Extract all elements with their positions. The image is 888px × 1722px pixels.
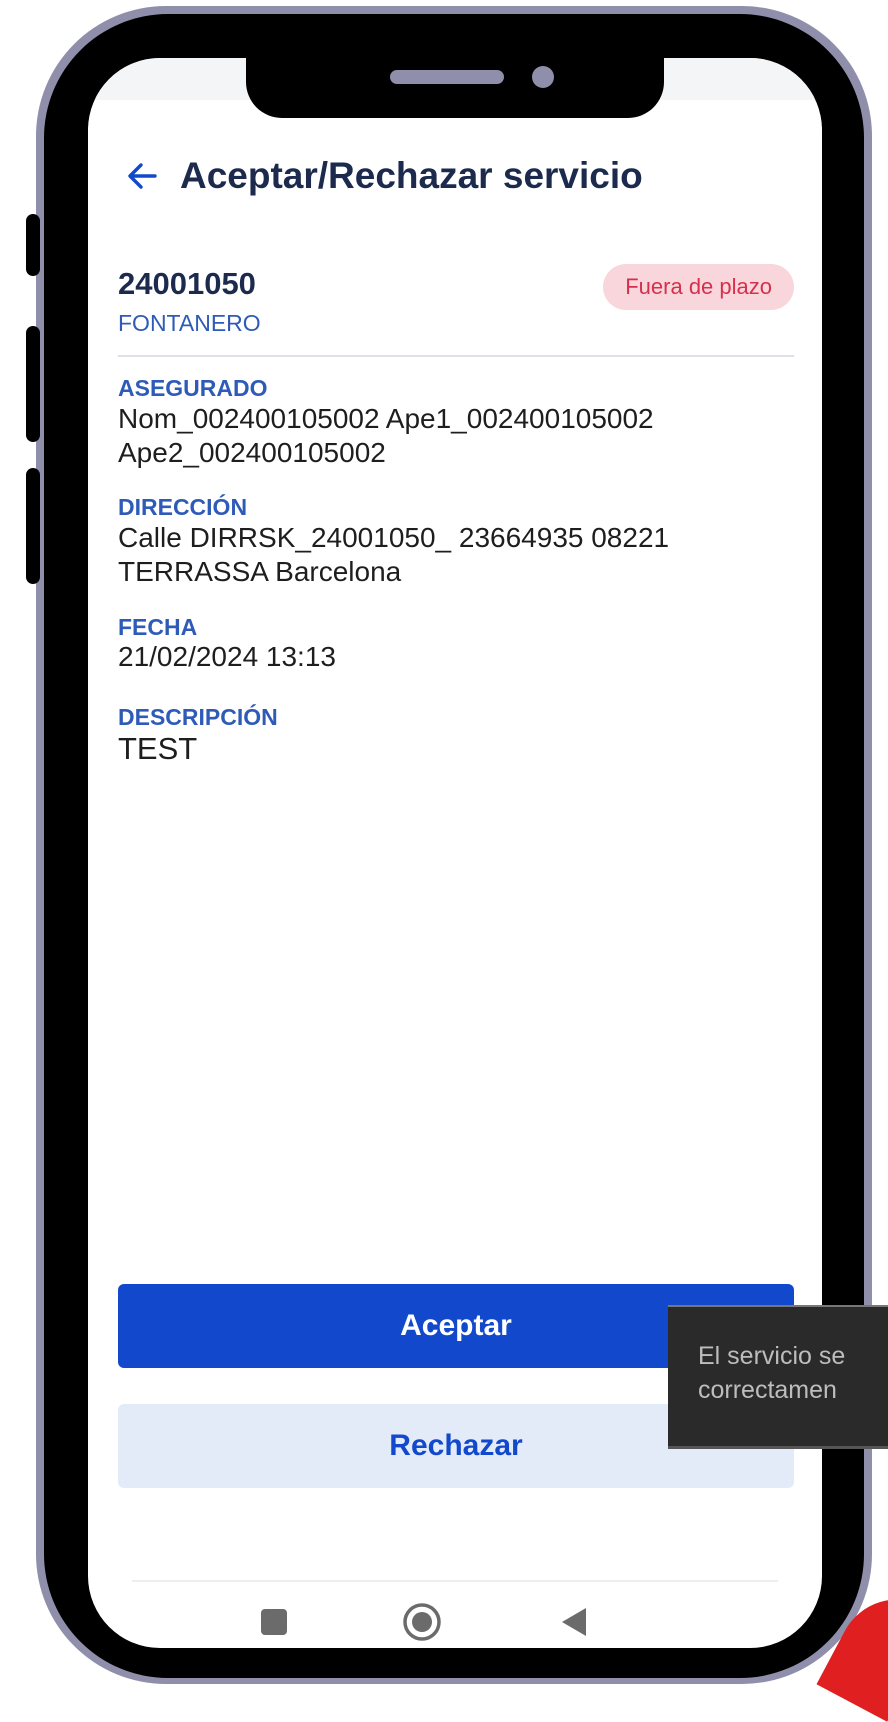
description-value: TEST xyxy=(118,731,198,766)
circle-home-icon xyxy=(403,1603,441,1641)
date-value: 21/02/2024 13:13 xyxy=(118,641,336,672)
triangle-back-icon xyxy=(562,1608,586,1636)
page-title: Aceptar/Rechazar servicio xyxy=(180,155,643,196)
system-back-button[interactable] xyxy=(544,1592,604,1648)
camera-icon xyxy=(532,66,554,88)
arrow-left-icon xyxy=(128,163,157,189)
toast-message: El servicio se correctamen xyxy=(668,1305,888,1449)
insured-value: Nom_002400105002 Ape1_002400105002 Ape2_… xyxy=(118,403,654,468)
phone-volume-down xyxy=(26,468,40,584)
address-value: Calle DIRRSK_24001050_ 23664935 08221 TE… xyxy=(118,522,670,587)
toast-line-2: correctamen xyxy=(698,1376,837,1404)
back-button[interactable] xyxy=(122,156,162,196)
date-label: FECHA xyxy=(118,614,198,640)
address-label: DIRECCIÓN xyxy=(118,494,248,520)
phone-notch xyxy=(246,58,664,118)
insured-label: ASEGURADO xyxy=(118,375,268,401)
speaker-grille xyxy=(390,70,504,84)
toast-line-1: El servicio se xyxy=(698,1342,846,1370)
nav-divider xyxy=(132,1580,778,1582)
app-header: Aceptar/Rechazar servicio xyxy=(122,146,782,206)
recents-button[interactable] xyxy=(244,1592,304,1648)
phone-volume-up xyxy=(26,326,40,442)
home-button[interactable] xyxy=(392,1592,452,1648)
phone-side-button xyxy=(26,214,40,276)
divider xyxy=(118,355,794,357)
status-badge: Fuera de plazo xyxy=(603,264,794,310)
service-number: 24001050 xyxy=(118,266,256,301)
service-trade: FONTANERO xyxy=(118,310,261,336)
square-icon xyxy=(261,1609,287,1635)
description-label: DESCRIPCIÓN xyxy=(118,704,278,730)
